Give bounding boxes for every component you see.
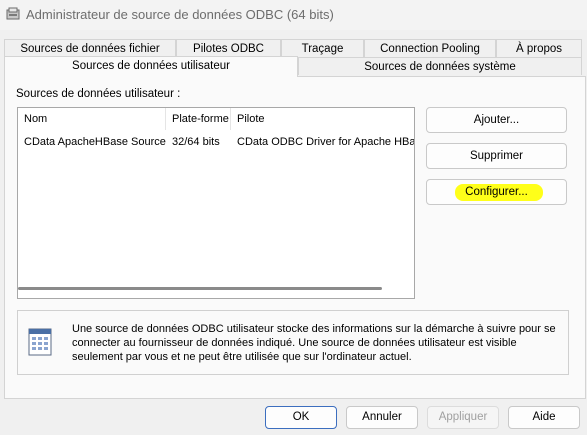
user-dsn-list-label: Sources de données utilisateur : <box>16 88 181 100</box>
add-button[interactable]: Ajouter... <box>426 107 567 133</box>
configure-button[interactable]: Configurer... <box>426 179 567 205</box>
tab-odbc-drivers[interactable]: Pilotes ODBC <box>176 39 281 57</box>
configure-button-label: Configurer... <box>465 186 528 198</box>
help-button[interactable]: Aide <box>508 406 580 429</box>
window-title: Administrateur de source de données ODBC… <box>26 7 334 22</box>
column-header-driver[interactable]: Pilote <box>231 108 414 130</box>
cell-driver: CData ODBC Driver for Apache HBas <box>237 136 415 148</box>
datasource-info-icon <box>28 328 52 356</box>
cell-platform: 32/64 bits <box>172 136 220 148</box>
tab-connection-pooling[interactable]: Connection Pooling <box>364 39 496 57</box>
horizontal-scrollbar[interactable] <box>18 287 382 290</box>
tab-tracing[interactable]: Traçage <box>281 39 364 57</box>
user-dsn-list[interactable]: Nom Plate-forme Pilote CData ApacheHBase… <box>17 107 415 299</box>
tab-user-dsn[interactable]: Sources de données utilisateur <box>4 56 298 77</box>
column-header-platform[interactable]: Plate-forme <box>166 108 231 130</box>
apply-button[interactable]: Appliquer <box>427 406 499 429</box>
tab-about[interactable]: À propos <box>496 39 582 57</box>
odbc-app-icon <box>6 7 20 20</box>
remove-button[interactable]: Supprimer <box>426 143 567 169</box>
column-header-name[interactable]: Nom <box>18 108 166 130</box>
tab-file-dsn[interactable]: Sources de données fichier <box>4 39 176 57</box>
ok-button[interactable]: OK <box>265 406 337 429</box>
cell-name: CData ApacheHBase Source <box>24 136 166 148</box>
info-description: Une source de données ODBC utilisateur s… <box>72 323 556 363</box>
title-bar[interactable]: Administrateur de source de données ODBC… <box>0 0 587 30</box>
tab-system-dsn[interactable]: Sources de données système <box>298 57 582 75</box>
cancel-button[interactable]: Annuler <box>346 406 418 429</box>
